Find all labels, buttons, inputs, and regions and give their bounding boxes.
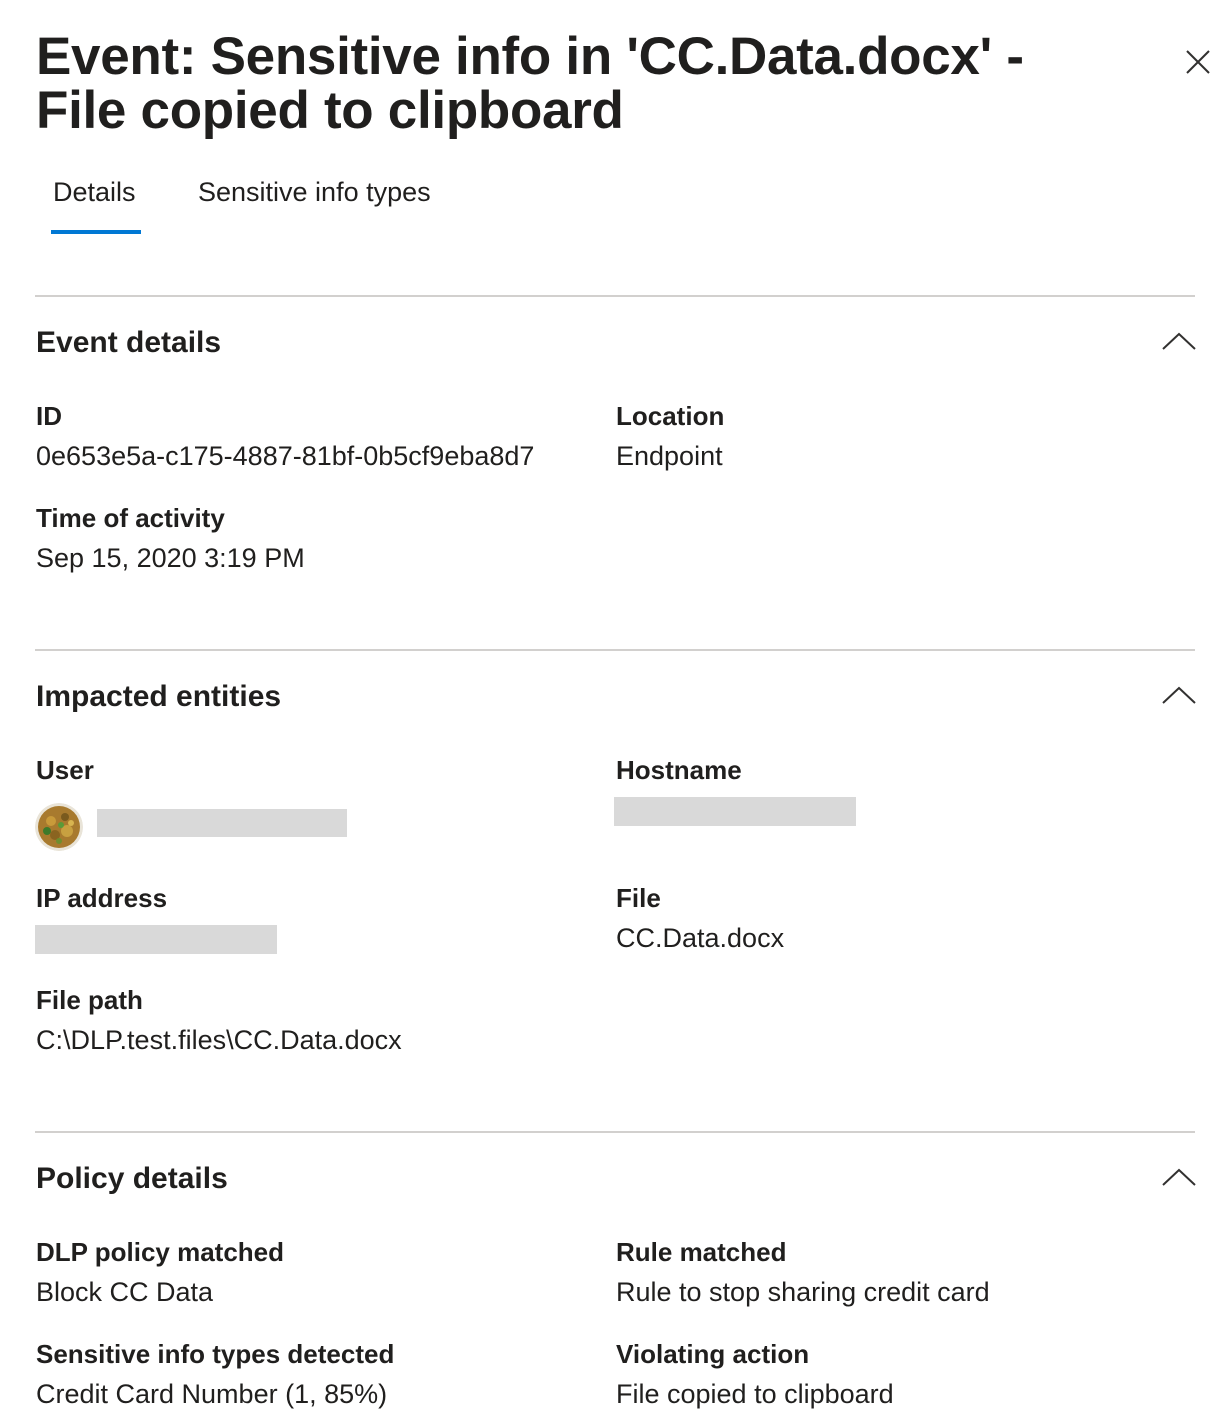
collapse-event-details-button[interactable]	[1160, 329, 1198, 353]
time-of-activity-label: Time of activity	[36, 503, 225, 533]
redacted-ip-address	[35, 925, 277, 954]
file-path-label: File path	[36, 985, 143, 1015]
section-title-impacted-entities: Impacted entities	[36, 680, 282, 713]
redacted-user-name	[97, 809, 347, 837]
close-button[interactable]	[1180, 44, 1216, 80]
tab-bar: Details Sensitive info types	[36, 170, 636, 236]
violating-action-value: File copied to clipboard	[616, 1379, 894, 1409]
avatar	[35, 803, 83, 851]
sensitive-info-types-detected-value: Credit Card Number (1, 85%)	[36, 1379, 388, 1409]
user-avatar-image	[35, 803, 83, 851]
chevron-up-icon	[1162, 1168, 1196, 1186]
rule-matched-label: Rule matched	[616, 1237, 787, 1267]
sensitive-info-types-detected-label: Sensitive info types detected	[36, 1339, 395, 1369]
collapse-policy-details-button[interactable]	[1160, 1165, 1198, 1189]
time-of-activity-value: Sep 15, 2020 3:19 PM	[36, 543, 305, 573]
chevron-up-icon	[1162, 686, 1196, 704]
hostname-label: Hostname	[616, 755, 742, 785]
section-title-event-details: Event details	[36, 326, 222, 359]
section-divider	[35, 649, 1195, 651]
file-value: CC.Data.docx	[616, 923, 785, 953]
location-label: Location	[616, 401, 725, 431]
tab-sensitive-info-types[interactable]: Sensitive info types	[198, 170, 431, 214]
redacted-hostname	[614, 797, 856, 826]
violating-action-label: Violating action	[616, 1339, 810, 1369]
id-value: 0e653e5a-c175-4887-81bf-0b5cf9eba8d7	[36, 441, 535, 471]
selected-tab-indicator	[51, 230, 141, 234]
rule-matched-value: Rule to stop sharing credit card	[616, 1277, 990, 1307]
panel-title: Event: Sensitive info in 'CC.Data.docx' …	[36, 27, 1024, 140]
dlp-policy-matched-value: Block CC Data	[36, 1277, 214, 1307]
close-icon	[1186, 50, 1210, 74]
dlp-policy-matched-label: DLP policy matched	[36, 1237, 285, 1267]
event-details-panel: Event: Sensitive info in 'CC.Data.docx' …	[0, 0, 1227, 1427]
user-label: User	[36, 755, 94, 785]
location-value: Endpoint	[616, 441, 723, 471]
section-title-policy-details: Policy details	[36, 1162, 228, 1195]
file-label: File	[616, 883, 661, 913]
id-label: ID	[36, 401, 62, 431]
tab-details[interactable]: Details	[53, 170, 136, 214]
ip-address-label: IP address	[36, 883, 168, 913]
chevron-up-icon	[1162, 332, 1196, 350]
section-divider	[35, 295, 1195, 297]
section-divider	[35, 1131, 1195, 1133]
collapse-impacted-entities-button[interactable]	[1160, 683, 1198, 707]
file-path-value: C:\DLP.test.files\CC.Data.docx	[36, 1025, 402, 1055]
